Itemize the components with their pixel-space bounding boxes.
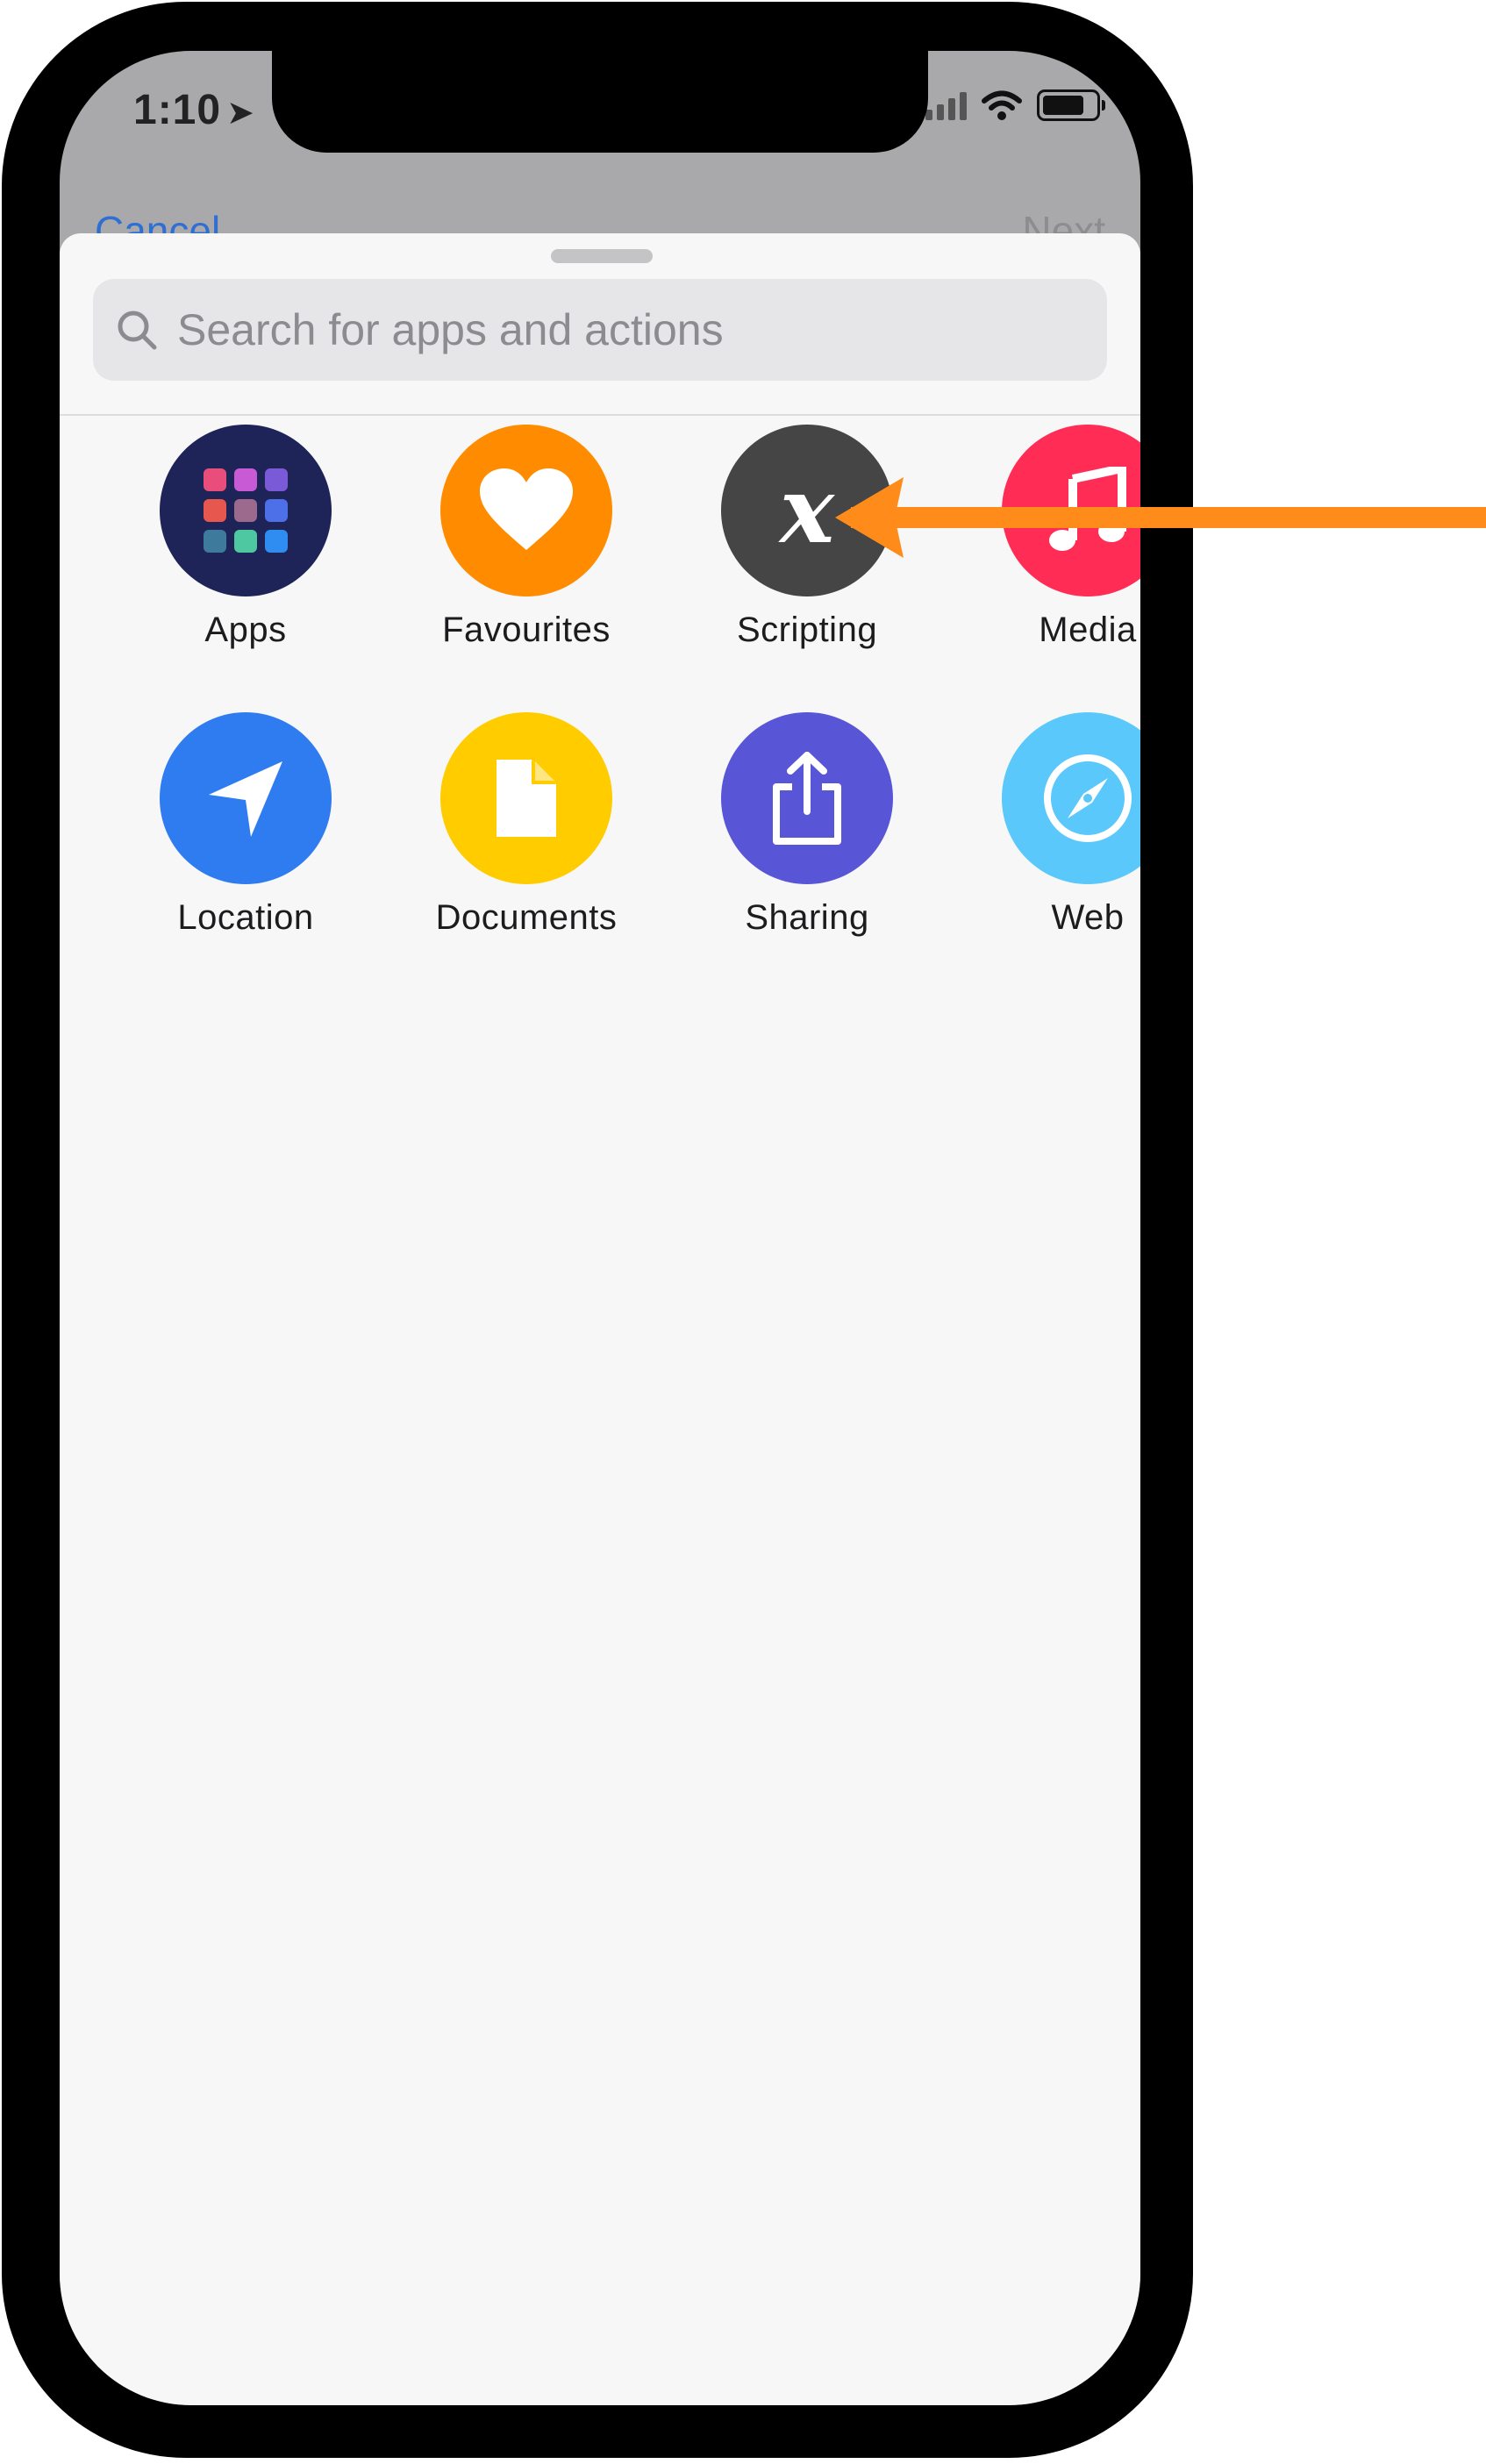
status-time-text: 1:10 [133, 87, 222, 133]
category-apps[interactable]: Apps [114, 425, 377, 650]
category-label: Documents [435, 898, 618, 937]
category-label: Media [1039, 611, 1137, 649]
battery-icon [1037, 89, 1105, 121]
cellular-signal-icon [925, 90, 967, 120]
search-bar[interactable] [93, 279, 1107, 381]
category-favourites[interactable]: Favourites [395, 425, 658, 650]
wifi-icon [982, 90, 1022, 120]
share-icon [721, 712, 893, 884]
category-web[interactable]: Web [956, 712, 1140, 938]
phone-screen: 1:10 ➤ Cancel Next Search for apps and a… [60, 51, 1140, 2405]
location-services-icon: ➤ [226, 95, 255, 132]
category-label: Apps [204, 611, 287, 649]
category-label: Favourites [442, 611, 611, 649]
status-bar-time: 1:10 ➤ [133, 86, 255, 134]
document-icon [440, 712, 612, 884]
location-arrow-icon [160, 712, 332, 884]
category-label: Web [1051, 898, 1125, 937]
sheet-grabber[interactable] [551, 249, 653, 263]
phone-notch [272, 51, 928, 153]
heart-icon [440, 425, 612, 596]
category-sharing[interactable]: Sharing [675, 712, 939, 938]
search-input[interactable] [175, 304, 1091, 356]
category-label: Sharing [745, 898, 869, 937]
category-location[interactable]: Location [114, 712, 377, 938]
apps-grid-icon [160, 425, 332, 596]
compass-icon [1002, 712, 1140, 884]
category-label: Location [177, 898, 314, 937]
annotation-arrow [835, 477, 1486, 558]
category-label: Scripting [736, 611, 878, 649]
search-icon [118, 311, 157, 350]
status-bar-indicators [925, 89, 1105, 121]
search-divider [60, 414, 1140, 416]
category-documents[interactable]: Documents [395, 712, 658, 938]
